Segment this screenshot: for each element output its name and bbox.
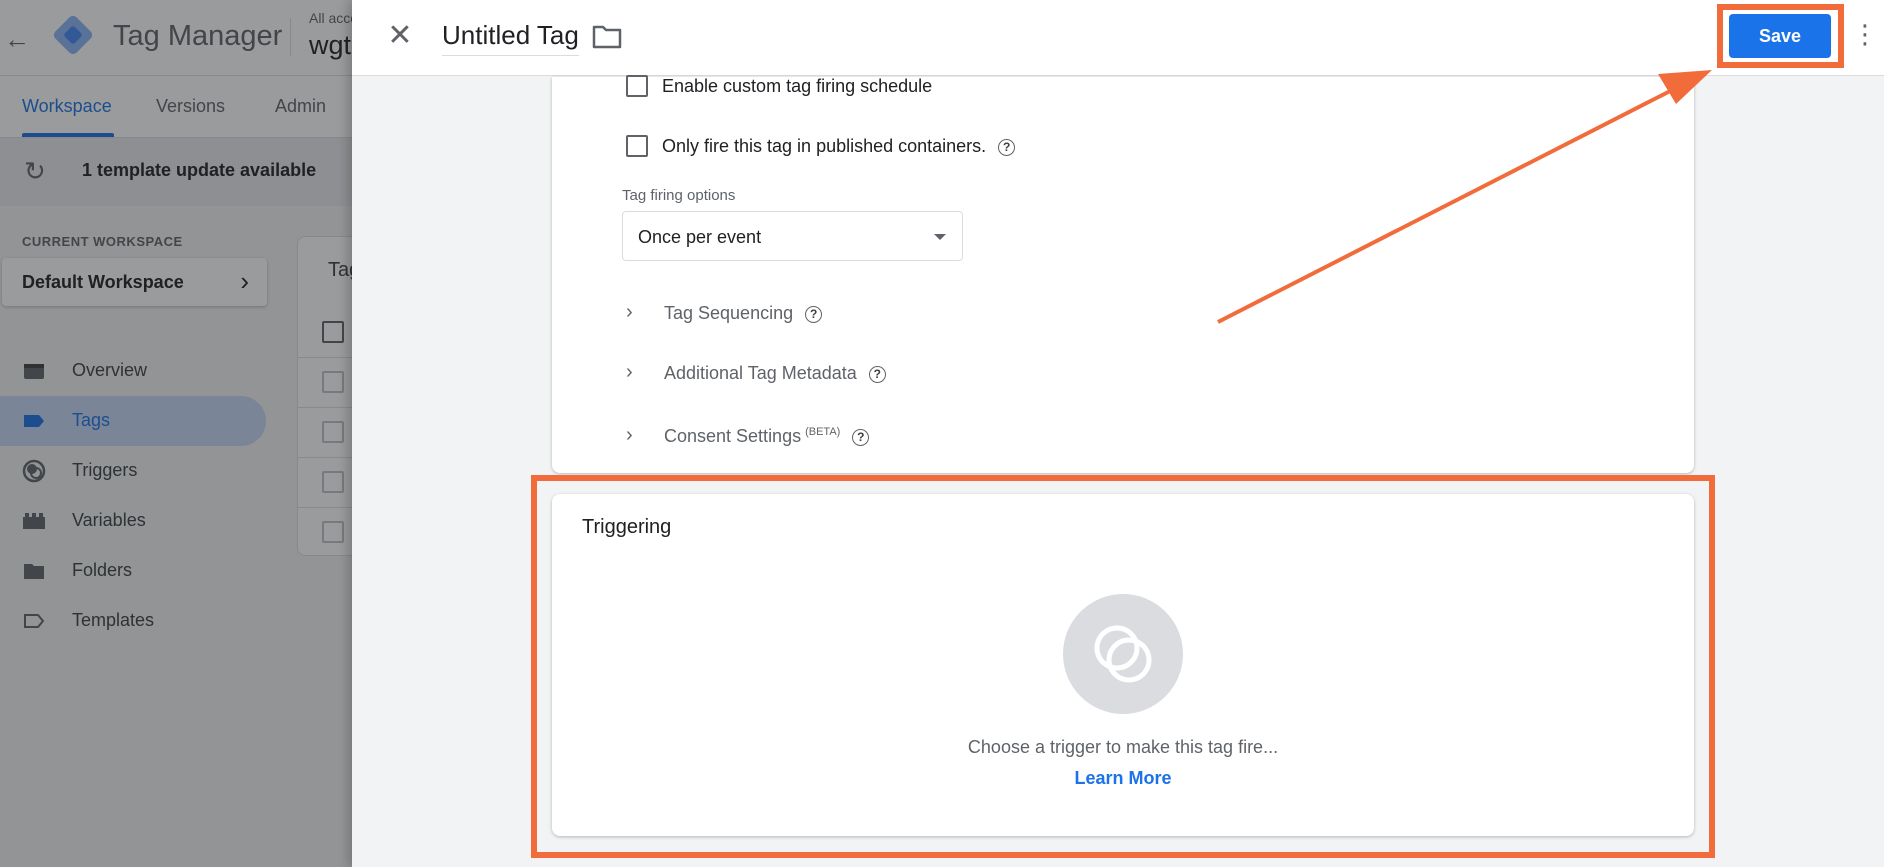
help-icon[interactable]: ?	[998, 138, 1016, 156]
tag-metadata-label: Additional Tag Metadata	[664, 363, 857, 383]
advanced-settings-card: Enable custom tag firing schedule Only f…	[552, 75, 1694, 473]
learn-more-wrap: Learn More	[552, 768, 1694, 789]
chevron-right-icon: ›	[626, 424, 633, 446]
save-button[interactable]: Save	[1729, 14, 1831, 58]
custom-schedule-checkbox[interactable]	[626, 75, 648, 97]
firing-options-label: Tag firing options	[622, 187, 736, 204]
help-icon[interactable]: ?	[805, 305, 823, 323]
help-icon[interactable]: ?	[868, 365, 886, 383]
triggers-icon	[1094, 625, 1152, 683]
trigger-empty-text: Choose a trigger to make this tag fire..…	[967, 737, 1279, 757]
firing-options-value: Once per event	[638, 227, 762, 247]
folder-icon[interactable]	[592, 24, 622, 50]
consent-settings-label: Consent Settings	[664, 426, 802, 446]
published-only-label-wrap: Only fire this tag in published containe…	[662, 136, 1016, 157]
tag-editor-panel: ✕ Untitled Tag Save ⋮ Enable custom tag …	[352, 0, 1884, 867]
modal-scrim[interactable]	[0, 0, 352, 867]
dropdown-arrow-icon	[934, 234, 946, 240]
tag-name-field[interactable]: Untitled Tag	[442, 20, 579, 56]
published-only-checkbox[interactable]	[626, 135, 648, 157]
chevron-right-icon: ›	[626, 301, 633, 323]
help-icon[interactable]: ?	[852, 428, 870, 446]
tag-sequencing-label: Tag Sequencing	[664, 303, 794, 323]
close-icon[interactable]: ✕	[382, 18, 418, 54]
tag-editor-header: ✕ Untitled Tag Save ⋮	[352, 0, 1884, 76]
expander-label-wrap: Tag Sequencing?	[664, 303, 823, 324]
triggering-card[interactable]: Triggering Choose a trigger to make this…	[552, 494, 1694, 836]
triggering-title: Triggering	[582, 516, 672, 538]
published-only-label: Only fire this tag in published containe…	[662, 136, 987, 156]
custom-schedule-label: Enable custom tag firing schedule	[662, 76, 933, 96]
chevron-right-icon: ›	[626, 361, 633, 383]
more-vert-icon[interactable]: ⋮	[1852, 18, 1878, 54]
firing-options-select[interactable]: Once per event	[622, 211, 963, 261]
expander-label-wrap: Consent Settings (BETA)?	[664, 426, 870, 447]
learn-more-link[interactable]: Learn More	[1074, 768, 1171, 788]
trigger-placeholder[interactable]	[1063, 594, 1183, 714]
beta-badge: (BETA)	[805, 426, 841, 438]
expander-label-wrap: Additional Tag Metadata?	[664, 363, 886, 384]
